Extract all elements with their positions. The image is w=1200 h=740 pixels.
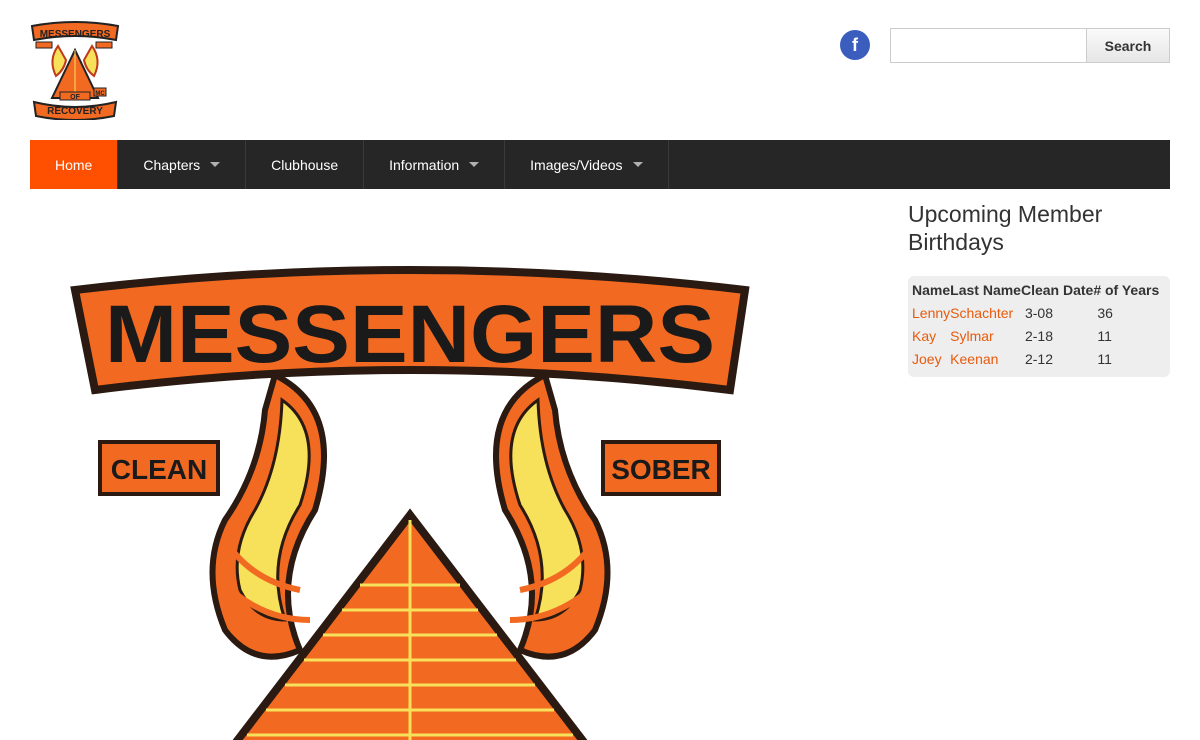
nav-item-label: Home: [55, 156, 93, 173]
years-count: 11: [1097, 351, 1112, 367]
main-nav: Home Chapters Clubhouse Information Imag…: [30, 140, 1170, 189]
birthdays-table: Name Last Name Clean Date # of Years Len…: [908, 276, 1170, 377]
clean-date: 2-18: [1024, 328, 1053, 344]
left-wing: [209, 370, 327, 660]
nav-item-clubhouse[interactable]: Clubhouse: [246, 140, 365, 189]
column-header: Clean Date: [1020, 282, 1094, 298]
member-last-name[interactable]: Schachter: [950, 302, 1021, 325]
widget-title: Upcoming Member Birthdays: [908, 201, 1103, 255]
nav-item-label: Chapters: [143, 156, 201, 173]
hero-banner-text: MESSENGERS: [105, 289, 715, 380]
nav-item-images-videos[interactable]: Images/Videos: [505, 140, 669, 189]
birthdays-widget: Upcoming Member Birthdays Name Last Name…: [908, 200, 1170, 377]
search-button[interactable]: Search: [1086, 28, 1170, 63]
caret-down-icon: [469, 162, 480, 167]
clean-patch-text: CLEAN: [111, 454, 207, 485]
site-header: MESSENGERS OF RECOVERY MC f Search: [0, 0, 1200, 140]
caret-down-icon: [632, 162, 643, 167]
nav-item-home[interactable]: Home: [30, 140, 119, 189]
svg-text:OF: OF: [70, 94, 80, 101]
member-last-name[interactable]: Sylmar: [950, 325, 1021, 348]
member-first-name[interactable]: Kay: [912, 325, 950, 348]
column-header: # of Years: [1093, 282, 1160, 298]
clean-date: 3-08: [1024, 305, 1053, 321]
member-first-name[interactable]: Lenny: [912, 302, 950, 325]
nav-item-label: Information: [389, 156, 460, 173]
nav-item-chapters[interactable]: Chapters: [118, 140, 247, 189]
right-wing: [493, 370, 611, 660]
site-logo[interactable]: MESSENGERS OF RECOVERY MC: [30, 20, 120, 120]
column-header: Last Name: [950, 282, 1021, 298]
clean-date: 2-12: [1024, 351, 1053, 367]
years-count: 36: [1097, 305, 1113, 321]
member-last-name[interactable]: Keenan: [950, 348, 1021, 371]
member-first-name[interactable]: Joey: [912, 348, 950, 371]
svg-text:MESSENGERS: MESSENGERS: [40, 29, 111, 40]
facebook-icon[interactable]: f: [840, 30, 870, 60]
sober-patch-text: SOBER: [611, 454, 711, 485]
table-row: Kay Sylmar 2-18 11: [912, 325, 1159, 348]
svg-text:RECOVERY: RECOVERY: [47, 106, 103, 117]
table-row: Joey Keenan 2-12 11: [912, 348, 1159, 371]
table-row: Lenny Schachter 3-08 36: [912, 302, 1159, 325]
search-input[interactable]: [890, 28, 1086, 63]
column-header: Name: [912, 282, 951, 298]
svg-text:MC: MC: [95, 91, 105, 97]
nav-item-label: Images/Videos: [530, 156, 623, 173]
hero-emblem-image: MESSENGERS CLEAN SOBER: [70, 266, 750, 740]
nav-item-label: Clubhouse: [271, 156, 339, 173]
nav-item-information[interactable]: Information: [364, 140, 506, 189]
years-count: 11: [1097, 328, 1112, 344]
table-header-row: Name Last Name Clean Date # of Years: [912, 280, 1159, 302]
caret-down-icon: [210, 162, 221, 167]
